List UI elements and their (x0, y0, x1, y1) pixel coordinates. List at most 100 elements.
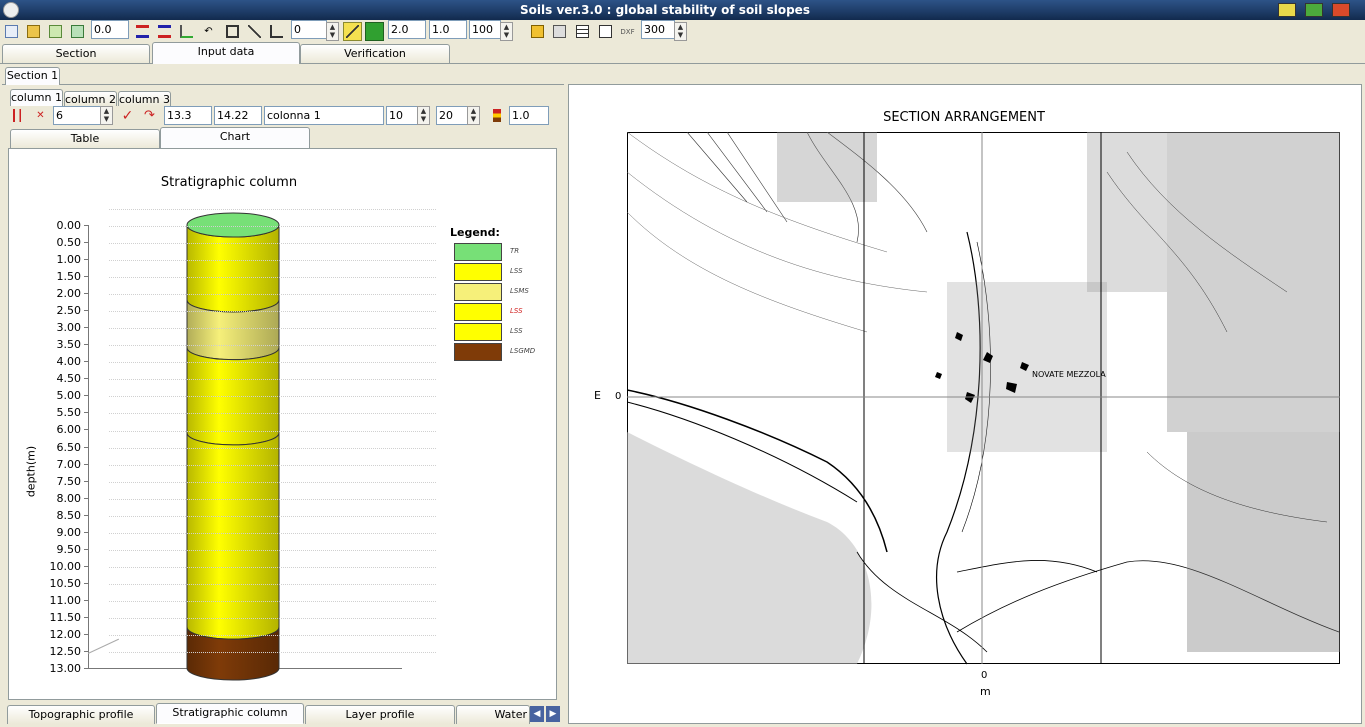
delete-column-icon[interactable]: ✕ (31, 106, 50, 125)
grid-line (109, 209, 436, 210)
grid-line (109, 498, 436, 500)
tab-verification[interactable]: Verification (300, 44, 450, 63)
tab-column-3[interactable]: column 3 (118, 91, 171, 106)
tab-table[interactable]: Table (10, 129, 160, 148)
legend-swatch (454, 303, 502, 321)
grid-line (109, 362, 436, 364)
new-file-icon[interactable] (2, 22, 21, 41)
chart-icon[interactable] (596, 22, 615, 41)
legend-swatch (454, 263, 502, 281)
move-points-icon[interactable] (133, 22, 152, 41)
section-arrangement-panel: SECTION ARRANGEMENT E 0 0 m NOVATE MEZZO… (568, 84, 1362, 724)
tabs-scroll-right-button[interactable]: ▶ (546, 706, 560, 722)
column-value-1-spin[interactable]: ▲ ▼ (417, 106, 430, 125)
export-icon[interactable] (68, 22, 87, 41)
grid-line (109, 634, 436, 636)
check-icon[interactable]: ✓ (118, 106, 137, 125)
maximize-button[interactable] (1305, 3, 1323, 17)
grid-line (109, 600, 436, 602)
legend-label: LSS (510, 327, 523, 335)
section-x-axis-label: m (980, 685, 991, 698)
toolbar: 0.0 ↶ 0 ▲ ▼ 2.0 1.0 100 ▲ ▼ DXF 300 ▲ ▼ (0, 20, 1365, 42)
toolbar-field-1[interactable]: 0.0 (91, 20, 129, 39)
swap-points-icon[interactable] (155, 22, 174, 41)
grid-line (109, 311, 436, 313)
grid-line (109, 413, 436, 415)
legend-label: LSS (510, 267, 523, 275)
tab-water[interactable]: Water (456, 705, 530, 724)
column-number-field[interactable]: 6 (53, 106, 101, 125)
toolbar-field-2[interactable]: 0 (291, 20, 327, 39)
dxf-icon[interactable]: DXF (618, 22, 637, 41)
column-number-spin[interactable]: ▲ ▼ (100, 106, 113, 125)
spin-field-5[interactable]: ▲ ▼ (500, 22, 513, 41)
legend-label: LSGMD (510, 347, 536, 355)
map-place-label: NOVATE MEZZOLA (1032, 370, 1106, 379)
rectangle-icon[interactable] (223, 22, 242, 41)
legend-swatch (454, 283, 502, 301)
open-file-icon[interactable] (24, 22, 43, 41)
column-value-2-spin[interactable]: ▲ ▼ (467, 106, 480, 125)
grid-line (109, 396, 436, 398)
line-icon[interactable] (245, 22, 264, 41)
tab-topographic-profile[interactable]: Topographic profile (7, 705, 155, 724)
grid-line (109, 379, 436, 381)
column-value-1-field[interactable]: 10 (386, 106, 418, 125)
stratigraphic-chart-panel: Stratigraphic column depth(m) 0.00 0.50 1.… (8, 148, 557, 700)
grid-line (109, 430, 436, 432)
topographic-map: NOVATE MEZZOLA (627, 132, 1340, 665)
grid-line (109, 652, 436, 653)
column-value-2-field[interactable]: 20 (436, 106, 468, 125)
slope-icon[interactable] (343, 22, 362, 41)
toolbar-field-6[interactable]: 300 (641, 20, 675, 39)
tab-chart[interactable]: Chart (160, 127, 310, 148)
curve-arrow-icon[interactable]: ↷ (140, 106, 159, 125)
surface-icon[interactable] (365, 22, 384, 41)
tab-column-1[interactable]: column 1 (10, 89, 63, 106)
spin-field-6[interactable]: ▲ ▼ (674, 22, 687, 41)
undo-icon[interactable]: ↶ (199, 22, 218, 41)
grid-line (109, 549, 436, 551)
add-point-icon[interactable] (177, 22, 196, 41)
grid-line (109, 345, 436, 347)
toolbar-field-4[interactable]: 1.0 (429, 20, 467, 39)
layer-color-icon[interactable] (487, 106, 506, 125)
tabs-scroll-left-button[interactable]: ◀ (530, 706, 544, 722)
tab-input-data[interactable]: Input data (152, 42, 300, 64)
table-icon[interactable] (573, 22, 592, 41)
column-y-field[interactable]: 14.22 (214, 106, 262, 125)
grid-line (109, 294, 436, 296)
axes-icon[interactable] (267, 22, 286, 41)
run-icon[interactable] (528, 22, 547, 41)
grid-line (109, 481, 436, 483)
spin-field-2[interactable]: ▲ ▼ (326, 22, 339, 41)
tab-section[interactable]: Section (2, 44, 150, 63)
section-x-tick: 0 (981, 670, 988, 681)
print-icon[interactable] (550, 22, 569, 41)
legend-swatch (454, 323, 502, 341)
grid-line (109, 617, 436, 619)
column-x-field[interactable]: 13.3 (164, 106, 212, 125)
tab-column-2[interactable]: column 2 (64, 91, 117, 106)
toolbar-field-5[interactable]: 100 (469, 20, 501, 39)
legend-label: LSMS (510, 287, 529, 295)
grid-line (109, 447, 436, 449)
column-name-field[interactable]: colonna 1 (264, 106, 384, 125)
close-button[interactable] (1332, 3, 1350, 17)
add-column-icon[interactable] (10, 106, 29, 125)
grid-line (109, 464, 436, 466)
save-file-icon[interactable] (46, 22, 65, 41)
legend-swatch (454, 243, 502, 261)
toolbar-field-3[interactable]: 2.0 (388, 20, 426, 39)
legend-swatch (454, 343, 502, 361)
tab-section-1[interactable]: Section 1 (5, 67, 60, 85)
legend-title: Legend: (450, 226, 500, 239)
minimize-button[interactable] (1278, 3, 1296, 17)
column-scale-field[interactable]: 1.0 (509, 106, 549, 125)
grid-line (109, 260, 436, 262)
window-title: Soils ver.3.0 : global stability of soil… (520, 3, 810, 17)
grid-line (109, 243, 436, 245)
section-y-tick: 0 (615, 391, 622, 402)
tab-layer-profile[interactable]: Layer profile (305, 705, 455, 724)
tab-stratigraphic-column[interactable]: Stratigraphic column (156, 703, 304, 724)
